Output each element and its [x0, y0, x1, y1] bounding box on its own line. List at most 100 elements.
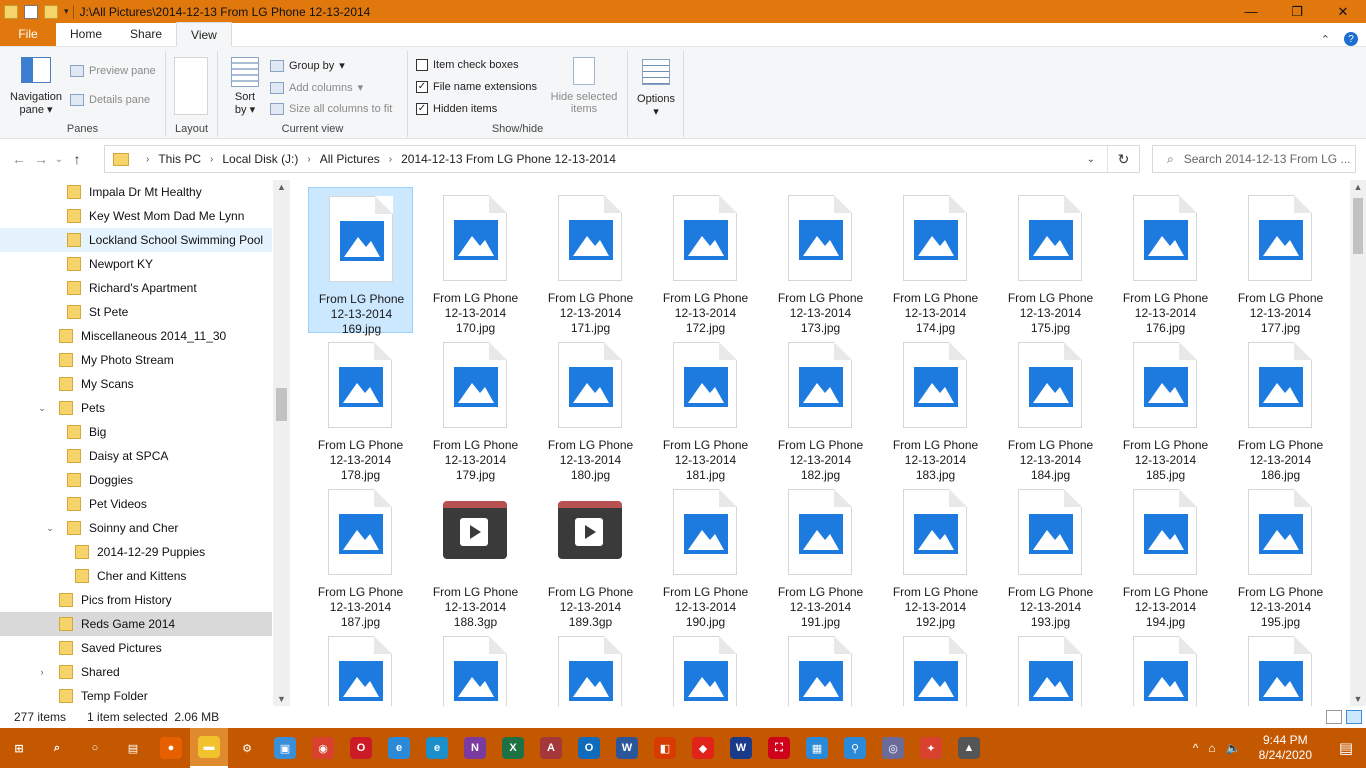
maps-taskbar-button[interactable]: ⚲: [836, 728, 874, 768]
address-bar[interactable]: › This PC › Local Disk (J:) › All Pictur…: [104, 145, 1140, 173]
task-view-taskbar-button[interactable]: ▤: [114, 728, 152, 768]
file-item[interactable]: From LG Phone 12-13-2014 173.jpg: [768, 187, 873, 335]
file-name-extensions-toggle[interactable]: ✓ File name extensions: [416, 81, 537, 93]
add-columns-button[interactable]: Add columns ▾: [270, 81, 363, 94]
file-item[interactable]: From LG Phone 12-13-2014 175.jpg: [998, 187, 1103, 335]
file-item[interactable]: [423, 628, 528, 706]
file-item[interactable]: From LG Phone 12-13-2014 179.jpg: [423, 334, 528, 482]
wordperfect-taskbar-button[interactable]: W: [722, 728, 760, 768]
file-item[interactable]: From LG Phone 12-13-2014 172.jpg: [653, 187, 758, 335]
chrome-taskbar-button[interactable]: ◉: [304, 728, 342, 768]
folder-tree-item[interactable]: St Pete: [0, 300, 272, 324]
folder-tree-item[interactable]: ⌄ Soinny and Cher: [0, 516, 272, 540]
opera-taskbar-button[interactable]: O: [342, 728, 380, 768]
minimize-button[interactable]: —: [1228, 0, 1274, 23]
search-taskbar-button[interactable]: ⌕: [38, 728, 76, 768]
folder-tree-item[interactable]: › Shared: [0, 660, 272, 684]
recent-locations-icon[interactable]: ⌄: [52, 154, 66, 165]
excel-taskbar-button[interactable]: X: [494, 728, 532, 768]
edge-taskbar-button[interactable]: e: [418, 728, 456, 768]
folder-tree-item[interactable]: Big: [0, 420, 272, 444]
customize-toolbar-icon[interactable]: ▾: [64, 6, 69, 17]
firefox-taskbar-button[interactable]: ●: [152, 728, 190, 768]
folder-tree-item[interactable]: Newport KY: [0, 252, 272, 276]
maximize-button[interactable]: ❐: [1274, 0, 1320, 23]
file-item[interactable]: From LG Phone 12-13-2014 182.jpg: [768, 334, 873, 482]
folder-tree-item[interactable]: Impala Dr Mt Healthy: [0, 180, 272, 204]
folder-tree-item[interactable]: Saved Pictures: [0, 636, 272, 660]
file-item[interactable]: From LG Phone 12-13-2014 194.jpg: [1113, 481, 1218, 629]
new-folder-icon[interactable]: [44, 4, 58, 19]
preview-pane-button[interactable]: Preview pane: [70, 65, 156, 77]
close-button[interactable]: ✕: [1320, 0, 1366, 23]
options-button[interactable]: Options ▾: [632, 55, 680, 118]
folder-tree-item[interactable]: Daisy at SPCA: [0, 444, 272, 468]
scroll-down-icon[interactable]: ▼: [273, 694, 290, 704]
hidden-items-toggle[interactable]: ✓ Hidden items: [416, 103, 497, 115]
hidden-items-checkbox[interactable]: ✓: [416, 103, 428, 115]
start-taskbar-button[interactable]: ⊞: [0, 728, 38, 768]
network-taskbar-button[interactable]: ▦: [798, 728, 836, 768]
folder-tree-item[interactable]: Temp Folder: [0, 684, 272, 708]
expand-icon[interactable]: ›: [37, 667, 47, 677]
folder-tree-item[interactable]: Pics from History: [0, 588, 272, 612]
disc-taskbar-button[interactable]: ◎: [874, 728, 912, 768]
tab-home[interactable]: Home: [56, 22, 116, 46]
file-item[interactable]: From LG Phone 12-13-2014 178.jpg: [308, 334, 413, 482]
scroll-down-icon[interactable]: ▼: [1350, 694, 1366, 704]
file-item[interactable]: From LG Phone 12-13-2014 169.jpg: [308, 187, 413, 336]
folder-tree-item[interactable]: Pet Videos: [0, 492, 272, 516]
content-scrollbar[interactable]: ▲ ▼: [1350, 180, 1366, 706]
collapse-icon[interactable]: ⌄: [37, 403, 47, 414]
file-name-extensions-checkbox[interactable]: ✓: [416, 81, 428, 93]
scrollbar-thumb[interactable]: [1353, 198, 1363, 254]
file-item[interactable]: From LG Phone 12-13-2014 170.jpg: [423, 187, 528, 335]
folder-tree-item[interactable]: My Photo Stream: [0, 348, 272, 372]
folder-tree-item[interactable]: ⌄ Pets: [0, 396, 272, 420]
notifications-icon[interactable]: ▤: [1326, 739, 1366, 757]
internet-explorer-taskbar-button[interactable]: e: [380, 728, 418, 768]
clock[interactable]: 9:44 PM 8/24/2020: [1245, 733, 1326, 763]
breadcrumb-separator[interactable]: ›: [210, 154, 213, 165]
file-item[interactable]: From LG Phone 12-13-2014 190.jpg: [653, 481, 758, 629]
refresh-icon[interactable]: ↻: [1107, 146, 1139, 172]
navigation-pane-button[interactable]: Navigation pane ▾: [6, 55, 66, 116]
file-item[interactable]: [653, 628, 758, 706]
file-item[interactable]: [768, 628, 873, 706]
breadcrumb-separator[interactable]: ›: [307, 154, 310, 165]
file-item[interactable]: From LG Phone 12-13-2014 174.jpg: [883, 187, 988, 335]
back-icon[interactable]: ←: [8, 151, 30, 167]
breadcrumb-local-disk[interactable]: Local Disk (J:): [222, 152, 298, 166]
file-item[interactable]: From LG Phone 12-13-2014 184.jpg: [998, 334, 1103, 482]
folder-tree-item[interactable]: My Scans: [0, 372, 272, 396]
acrobat-taskbar-button[interactable]: ◆: [684, 728, 722, 768]
file-item[interactable]: [538, 628, 643, 706]
group-by-button[interactable]: Group by ▾: [270, 59, 345, 72]
details-view-icon[interactable]: [1326, 710, 1342, 724]
breadcrumb-this-pc[interactable]: This PC: [158, 152, 201, 166]
folder-tree-item[interactable]: 2014-12-29 Puppies: [0, 540, 272, 564]
outlook-taskbar-button[interactable]: O: [570, 728, 608, 768]
breadcrumb-all-pictures[interactable]: All Pictures: [320, 152, 380, 166]
file-item[interactable]: From LG Phone 12-13-2014 189.3gp: [538, 481, 643, 629]
cortana-taskbar-button[interactable]: ○: [76, 728, 114, 768]
file-item[interactable]: From LG Phone 12-13-2014 186.jpg: [1228, 334, 1333, 482]
folder-tree-item[interactable]: Reds Game 2014: [0, 612, 272, 636]
hide-selected-items-button[interactable]: Hide selected items: [546, 55, 622, 115]
navigation-scrollbar[interactable]: ▲ ▼: [273, 180, 290, 706]
folder-tree-item[interactable]: Doggies: [0, 468, 272, 492]
scroll-up-icon[interactable]: ▲: [1350, 182, 1366, 192]
network-status-icon[interactable]: ⌂: [1208, 741, 1215, 755]
word-taskbar-button[interactable]: W: [608, 728, 646, 768]
file-item[interactable]: From LG Phone 12-13-2014 191.jpg: [768, 481, 873, 629]
file-explorer-taskbar-button[interactable]: ▬: [190, 728, 228, 768]
file-item[interactable]: From LG Phone 12-13-2014 176.jpg: [1113, 187, 1218, 335]
details-pane-button[interactable]: Details pane: [70, 94, 150, 106]
folder-tree-item[interactable]: Richard's Apartment: [0, 276, 272, 300]
breadcrumb-current-folder[interactable]: 2014-12-13 From LG Phone 12-13-2014: [401, 152, 616, 166]
settings-taskbar-button[interactable]: ⚙: [228, 728, 266, 768]
file-item[interactable]: From LG Phone 12-13-2014 183.jpg: [883, 334, 988, 482]
file-item[interactable]: [883, 628, 988, 706]
scrollbar-thumb[interactable]: [276, 388, 287, 421]
tab-view[interactable]: View: [176, 22, 232, 47]
